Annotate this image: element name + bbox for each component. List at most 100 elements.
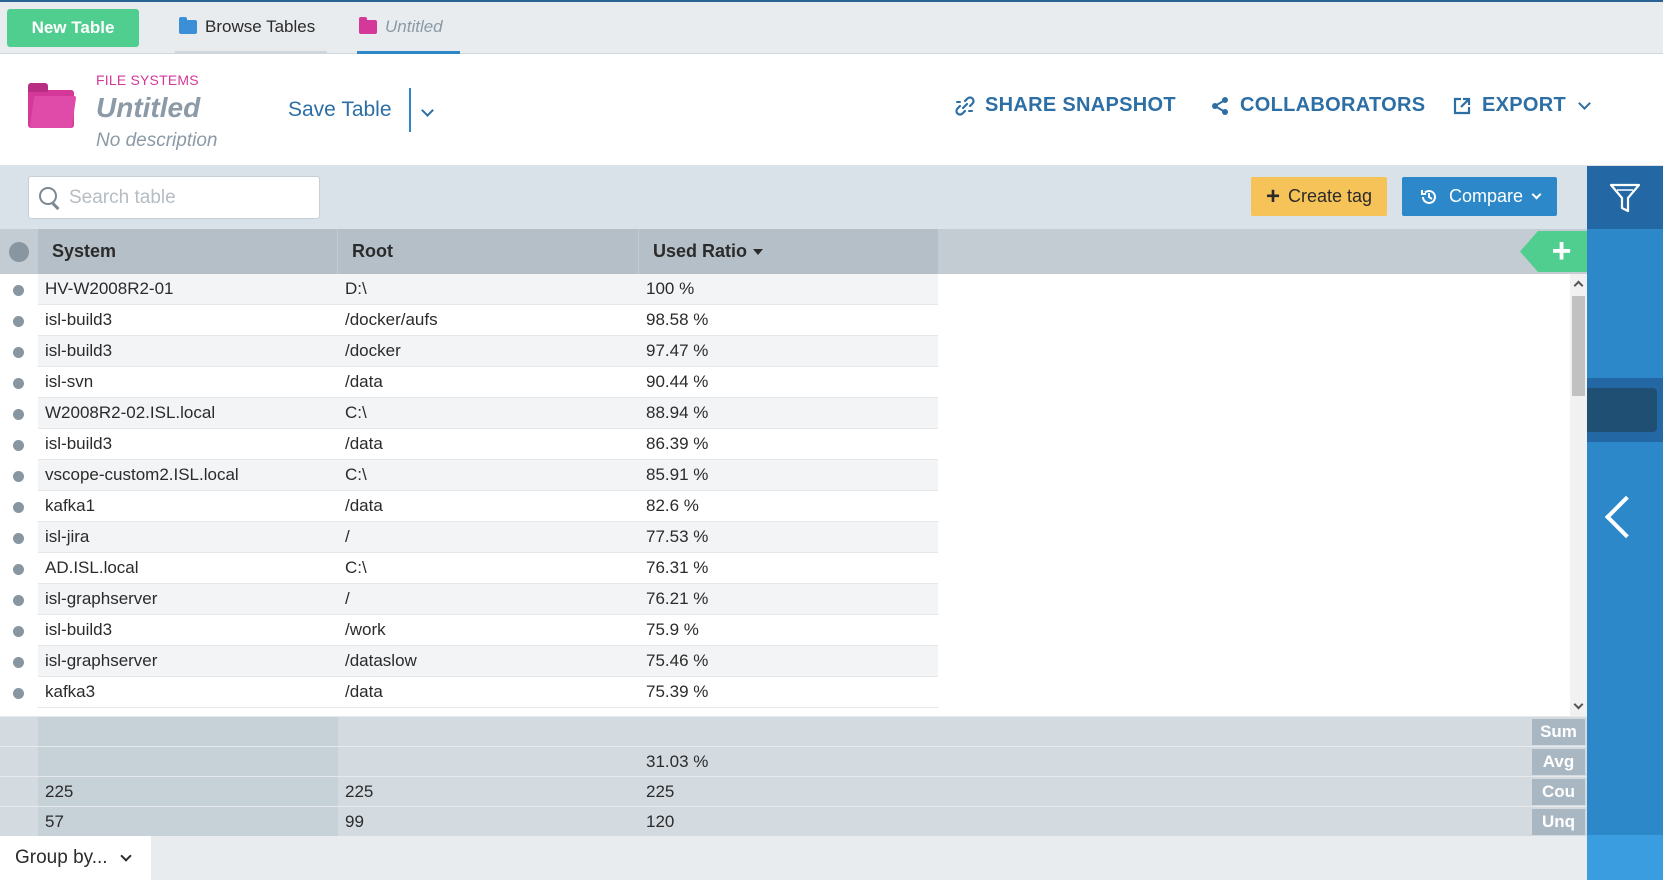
save-options-button[interactable]: [421, 102, 434, 120]
row-select-dot[interactable]: [13, 502, 24, 513]
table-row[interactable]: isl-build3/work 75.9 %: [0, 615, 1570, 646]
compare-button[interactable]: Compare: [1402, 177, 1557, 216]
cell-used-ratio[interactable]: 75.46 %: [639, 646, 938, 677]
table-row[interactable]: isl-svn/data 90.44 %: [0, 367, 1570, 398]
cell-root[interactable]: /: [338, 522, 639, 553]
sidebar-tab[interactable]: [1587, 388, 1657, 432]
row-select-cell[interactable]: [0, 274, 38, 305]
cell-root[interactable]: /: [338, 584, 639, 615]
table-row[interactable]: isl-build3/docker/aufs 98.58 %: [0, 305, 1570, 336]
cell-used-ratio[interactable]: 88.94 %: [639, 398, 938, 429]
row-select-dot[interactable]: [13, 564, 24, 575]
row-select-dot[interactable]: [13, 471, 24, 482]
cell-root[interactable]: /dataslow: [338, 646, 639, 677]
cell-root[interactable]: /docker/aufs: [338, 305, 639, 336]
cell-system[interactable]: vscope-custom2.ISL.local: [38, 460, 338, 491]
new-table-button[interactable]: New Table: [7, 9, 139, 47]
row-select-dot[interactable]: [13, 595, 24, 606]
cell-used-ratio[interactable]: 76.31 %: [639, 553, 938, 584]
cell-system[interactable]: isl-build3: [38, 336, 338, 367]
cell-system[interactable]: W2008R2-02.ISL.local: [38, 398, 338, 429]
cell-root[interactable]: /data: [338, 491, 639, 522]
row-select-dot[interactable]: [13, 285, 24, 296]
cell-root[interactable]: C:\: [338, 553, 639, 584]
table-row[interactable]: isl-graphserver/76.21 %: [0, 584, 1570, 615]
cell-root[interactable]: /docker: [338, 336, 639, 367]
cell-used-ratio[interactable]: 100 %: [639, 274, 938, 305]
row-select-dot[interactable]: [13, 409, 24, 420]
row-select-cell[interactable]: [0, 367, 38, 398]
row-select-cell[interactable]: [0, 305, 38, 336]
table-row[interactable]: isl-build3/data 86.39 %: [0, 429, 1570, 460]
select-all-toggle[interactable]: [9, 242, 29, 262]
tab-untitled[interactable]: Untitled: [357, 2, 460, 54]
vertical-scrollbar[interactable]: [1570, 274, 1587, 716]
cell-system[interactable]: AD.ISL.local: [38, 553, 338, 584]
row-select-cell[interactable]: [0, 553, 38, 584]
row-select-dot[interactable]: [13, 440, 24, 451]
cell-system[interactable]: HV-W2008R2-01: [38, 274, 338, 305]
table-row[interactable]: HV-W2008R2-01 D:\ 100 %: [0, 274, 1570, 305]
cell-system[interactable]: isl-svn: [38, 367, 338, 398]
search-input[interactable]: [69, 186, 309, 209]
cell-used-ratio[interactable]: 75.39 %: [639, 677, 938, 708]
cell-system[interactable]: isl-graphserver: [38, 646, 338, 677]
cell-system[interactable]: isl-build3: [38, 615, 338, 646]
table-row[interactable]: isl-build3/docker 97.47 %: [0, 336, 1570, 367]
cell-used-ratio[interactable]: 86.39 %: [639, 429, 938, 460]
cell-system[interactable]: isl-graphserver: [38, 584, 338, 615]
row-select-dot[interactable]: [13, 378, 24, 389]
table-row[interactable]: isl-jira/77.53 %: [0, 522, 1570, 553]
row-select-dot[interactable]: [13, 533, 24, 544]
scrollbar-thumb[interactable]: [1572, 296, 1585, 396]
table-row[interactable]: vscope-custom2.ISL.local C:\ 85.91 %: [0, 460, 1570, 491]
row-select-dot[interactable]: [13, 688, 24, 699]
cell-root[interactable]: C:\: [338, 398, 639, 429]
table-row[interactable]: W2008R2-02.ISL.local C:\ 88.94 %: [0, 398, 1570, 429]
collaborators-button[interactable]: COLLABORATORS: [1210, 94, 1425, 117]
table-row[interactable]: kafka1/data 82.6 %: [0, 491, 1570, 522]
cell-system[interactable]: kafka1: [38, 491, 338, 522]
cell-root[interactable]: C:\: [338, 460, 639, 491]
cell-root[interactable]: /data: [338, 429, 639, 460]
cell-used-ratio[interactable]: 77.53 %: [639, 522, 938, 553]
cell-used-ratio[interactable]: 97.47 %: [639, 336, 938, 367]
save-table-button[interactable]: Save Table: [288, 98, 392, 122]
row-select-cell[interactable]: [0, 522, 38, 553]
group-by-dropdown[interactable]: Group by...: [0, 836, 151, 880]
table-row[interactable]: isl-graphserver/dataslow 75.46 %: [0, 646, 1570, 677]
cell-root[interactable]: /data: [338, 677, 639, 708]
row-select-dot[interactable]: [13, 347, 24, 358]
row-select-cell[interactable]: [0, 646, 38, 677]
column-header-used-ratio[interactable]: Used Ratio: [639, 229, 938, 274]
add-column-button[interactable]: +: [1520, 231, 1587, 272]
search-box[interactable]: [28, 176, 320, 219]
create-tag-button[interactable]: + Create tag: [1251, 177, 1387, 216]
row-select-cell[interactable]: [0, 429, 38, 460]
table-row[interactable]: kafka3/data 75.39 %: [0, 677, 1570, 708]
cell-system[interactable]: isl-build3: [38, 305, 338, 336]
column-header-root[interactable]: Root: [338, 229, 638, 274]
cell-used-ratio[interactable]: 82.6 %: [639, 491, 938, 522]
column-header-system[interactable]: System: [38, 229, 337, 274]
cell-root[interactable]: /data: [338, 367, 639, 398]
cell-used-ratio[interactable]: 75.9 %: [639, 615, 938, 646]
export-button[interactable]: EXPORT: [1452, 94, 1591, 117]
cell-used-ratio[interactable]: 98.58 %: [639, 305, 938, 336]
share-snapshot-button[interactable]: SHARE SNAPSHOT: [955, 94, 1176, 117]
row-select-dot[interactable]: [13, 316, 24, 327]
row-select-cell[interactable]: [0, 615, 38, 646]
cell-system[interactable]: isl-jira: [38, 522, 338, 553]
tab-browse-tables[interactable]: Browse Tables: [175, 2, 327, 54]
row-select-cell[interactable]: [0, 460, 38, 491]
scroll-up-icon[interactable]: [1573, 280, 1584, 291]
scroll-down-icon[interactable]: [1573, 699, 1584, 710]
filter-button[interactable]: [1587, 166, 1663, 229]
cell-used-ratio[interactable]: 76.21 %: [639, 584, 938, 615]
cell-used-ratio[interactable]: 90.44 %: [639, 367, 938, 398]
cell-used-ratio[interactable]: 85.91 %: [639, 460, 938, 491]
row-select-dot[interactable]: [13, 626, 24, 637]
cell-system[interactable]: isl-build3: [38, 429, 338, 460]
row-select-cell[interactable]: [0, 336, 38, 367]
row-select-cell[interactable]: [0, 584, 38, 615]
